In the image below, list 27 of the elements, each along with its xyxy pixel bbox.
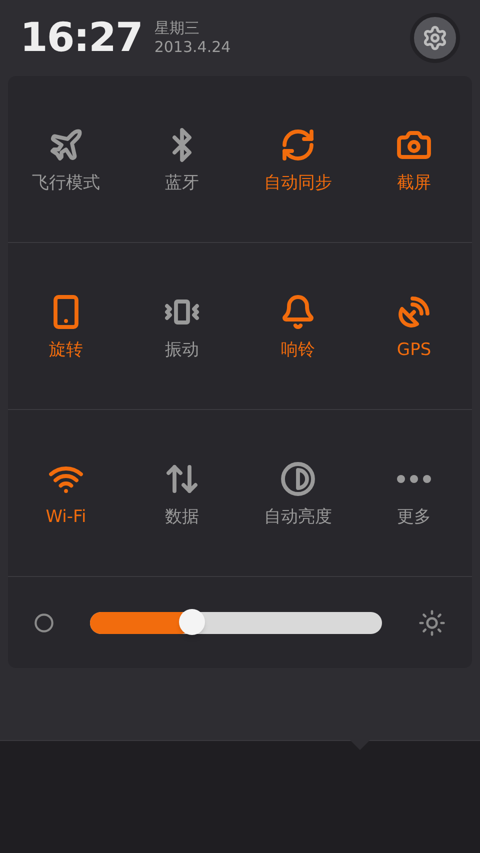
toggle-tile[interactable]: 响铃 xyxy=(240,243,356,409)
toggle-tile[interactable]: 振动 xyxy=(124,243,240,409)
airplane-icon xyxy=(48,126,84,162)
settings-button[interactable] xyxy=(410,13,460,63)
toggle-tile[interactable]: 数据 xyxy=(124,410,240,576)
settings-icon xyxy=(422,25,448,51)
slider-thumb[interactable] xyxy=(179,608,206,634)
satellite-dish-icon xyxy=(396,294,432,330)
ellipsis-icon xyxy=(397,474,431,482)
toggle-tile[interactable]: 更多 xyxy=(356,410,472,576)
clock-time: 16:27 xyxy=(20,18,142,58)
toggle-tile[interactable]: 截屏 xyxy=(356,76,472,242)
sync-icon xyxy=(280,126,316,162)
weekday-text: 星期三 xyxy=(154,19,200,38)
bell-icon xyxy=(280,294,316,330)
toggle-tile[interactable]: GPS xyxy=(356,243,472,409)
toggle-tile[interactable]: 自动同步 xyxy=(240,76,356,242)
toggle-tile[interactable]: 自动亮度 xyxy=(240,410,356,576)
dim-icon xyxy=(34,612,54,632)
toggle-tile[interactable]: 飞行模式 xyxy=(8,76,124,242)
toggle-tile[interactable]: Wi-Fi xyxy=(8,410,124,576)
bright-icon xyxy=(418,608,446,636)
brightness-slider[interactable] xyxy=(90,612,382,634)
date-text: 2013.4.24 xyxy=(154,38,231,57)
toggle-tile[interactable]: 蓝牙 xyxy=(124,76,240,242)
toggle-tile[interactable]: 旋转 xyxy=(8,243,124,409)
contrast-icon xyxy=(280,460,316,496)
